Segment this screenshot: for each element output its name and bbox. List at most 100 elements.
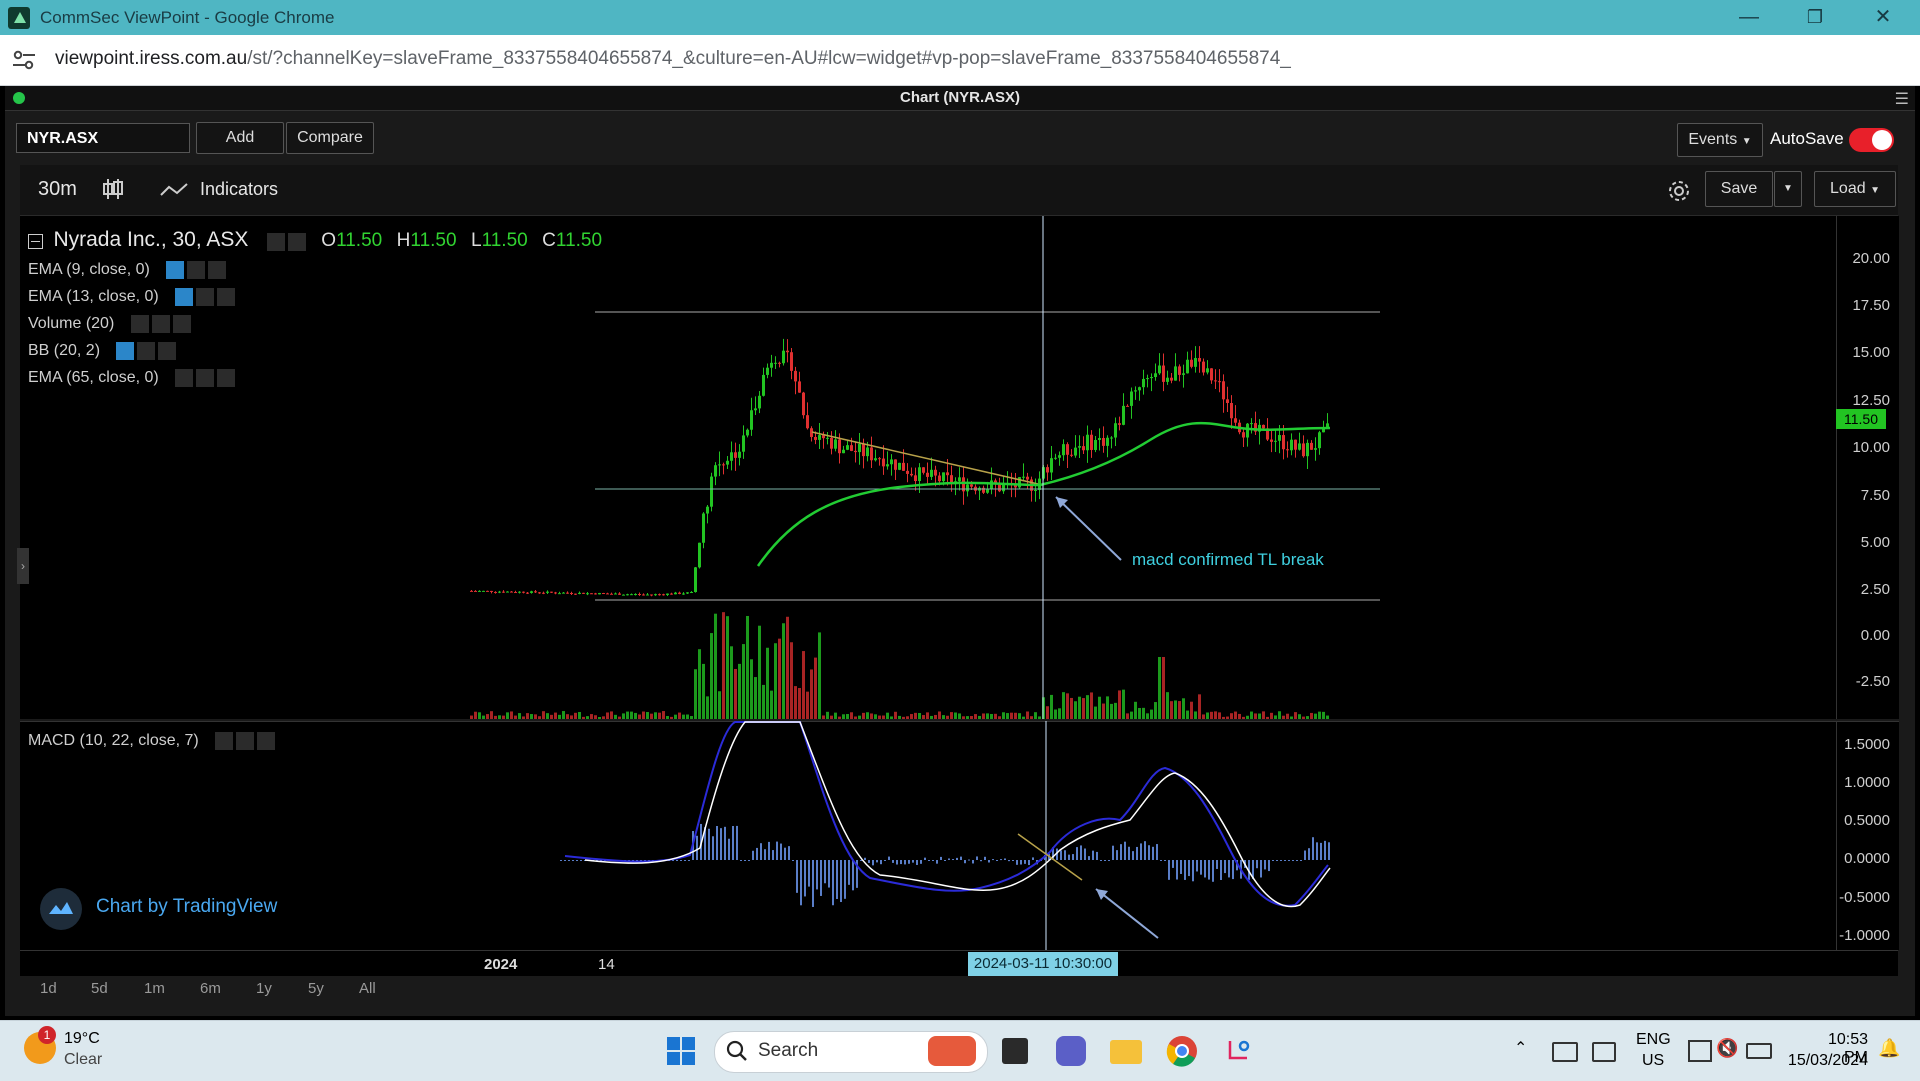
volume-bar — [918, 713, 921, 719]
file-explorer-icon[interactable] — [1110, 1040, 1142, 1064]
macd-histogram-bar — [836, 860, 838, 899]
volume-bar — [622, 713, 625, 719]
volume-muted-icon[interactable]: 🔇 — [1716, 1038, 1738, 1059]
settings-icon[interactable] — [151, 315, 170, 333]
range-1y[interactable]: 1y — [256, 980, 272, 997]
volume-bar — [1002, 712, 1005, 719]
show-hidden-icons-chevron-up-icon[interactable]: ⌃ — [1514, 1038, 1527, 1058]
weather-temp[interactable]: 19°C — [64, 1030, 100, 1048]
settings-icon[interactable] — [187, 261, 206, 279]
settings-icon[interactable] — [287, 232, 306, 251]
study-row-ema9[interactable]: EMA (9, close, 0) — [28, 261, 229, 279]
range-1m[interactable]: 1m — [144, 980, 165, 997]
windows-start-icon[interactable] — [666, 1036, 696, 1066]
settings-icon[interactable] — [196, 288, 215, 306]
macd-tick: -0.5000 — [1839, 889, 1890, 906]
eye-icon[interactable] — [166, 261, 185, 279]
candle-body — [1106, 437, 1109, 446]
keyboard-icon[interactable] — [1552, 1042, 1578, 1062]
chart-canvas — [470, 216, 1380, 950]
volume-bar — [686, 714, 689, 719]
remove-icon[interactable] — [217, 369, 236, 387]
volume-bar — [1142, 707, 1145, 719]
candle-body — [1214, 380, 1217, 382]
volume-bar — [1066, 693, 1069, 719]
volume-bar — [1186, 710, 1189, 719]
study-row-ema13[interactable]: EMA (13, close, 0) — [28, 288, 238, 306]
volume-bar — [1174, 700, 1177, 719]
hide-icon[interactable] — [266, 232, 285, 251]
macd-histogram-bar — [1124, 841, 1126, 860]
remove-icon[interactable] — [208, 261, 227, 279]
notification-bell-icon[interactable]: 🔔 — [1878, 1038, 1900, 1059]
macd-histogram-bar — [900, 860, 902, 865]
chrome-icon[interactable] — [1166, 1035, 1198, 1067]
macd-histogram-bar — [1184, 860, 1186, 880]
volume-bar — [810, 669, 813, 719]
macd-histogram-bar — [1188, 860, 1190, 877]
battery-icon[interactable] — [1746, 1043, 1772, 1059]
study-row-volume[interactable]: Volume (20) — [28, 315, 194, 333]
settings-icon[interactable] — [137, 342, 156, 360]
candle-body — [1306, 442, 1309, 457]
macd-histogram-bar — [1196, 860, 1198, 872]
hide-icon[interactable] — [175, 369, 194, 387]
range-5d[interactable]: 5d — [91, 980, 108, 997]
macd-histogram-bar — [1320, 842, 1322, 860]
candle-body — [686, 592, 689, 594]
macd-histogram-bar — [1328, 842, 1330, 860]
macd-histogram-bar — [1156, 844, 1158, 860]
macd-histogram-bar — [1308, 848, 1310, 860]
settings-icon[interactable] — [236, 732, 255, 750]
task-view-icon[interactable] — [1002, 1038, 1028, 1064]
annotation-text[interactable]: macd confirmed TL break — [1132, 550, 1324, 570]
range-6m[interactable]: 6m — [200, 980, 221, 997]
candle-body — [1022, 476, 1025, 478]
remove-icon[interactable] — [257, 732, 276, 750]
snipping-tool-icon[interactable] — [1226, 1038, 1252, 1066]
macd-histogram-bar — [684, 860, 686, 861]
candle-body — [798, 381, 801, 393]
volume-bar — [986, 713, 989, 719]
candle-body — [634, 594, 637, 596]
price-tick: 17.50 — [1852, 297, 1890, 314]
region-code[interactable]: US — [1642, 1052, 1664, 1070]
candle-body — [926, 472, 929, 477]
volume-bar — [1310, 712, 1313, 719]
macd-histogram-bar — [768, 841, 770, 860]
touchpad-icon[interactable] — [1592, 1042, 1616, 1062]
range-all[interactable]: All — [359, 980, 376, 997]
weather-condition[interactable]: Clear — [64, 1051, 102, 1069]
remove-icon[interactable] — [158, 342, 177, 360]
candle-body — [706, 506, 709, 514]
settings-icon[interactable] — [196, 369, 215, 387]
range-5y[interactable]: 5y — [308, 980, 324, 997]
hide-icon[interactable] — [130, 315, 149, 333]
study-row-bb[interactable]: BB (20, 2) — [28, 342, 179, 360]
remove-icon[interactable] — [172, 315, 191, 333]
language-code[interactable]: ENG — [1636, 1031, 1671, 1049]
candle-body — [894, 459, 897, 470]
clock-date[interactable]: 15/03/2024 — [1784, 1052, 1868, 1070]
teams-chat-icon[interactable] — [1056, 1036, 1086, 1066]
volume-bar — [590, 714, 593, 719]
hide-icon[interactable] — [215, 732, 234, 750]
candle-body — [1074, 447, 1077, 456]
watermark-text[interactable]: Chart by TradingView — [96, 896, 277, 918]
macd-histogram-bar — [892, 860, 894, 863]
volume-bar — [574, 712, 577, 719]
remove-icon[interactable] — [217, 288, 236, 306]
volume-bar — [1190, 701, 1193, 719]
volume-bar — [1250, 711, 1253, 719]
volume-bar — [578, 712, 581, 719]
network-icon[interactable] — [1688, 1040, 1712, 1062]
volume-bar — [982, 713, 985, 719]
macd-histogram-bar — [852, 860, 854, 891]
candle-body — [710, 476, 713, 507]
legend-collapse-icon[interactable] — [28, 234, 43, 250]
range-1d[interactable]: 1d — [40, 980, 57, 997]
macd-legend[interactable]: MACD (10, 22, close, 7) — [28, 732, 278, 750]
eye-icon[interactable] — [175, 288, 194, 306]
eye-icon[interactable] — [116, 342, 135, 360]
study-row-ema65[interactable]: EMA (65, close, 0) — [28, 369, 238, 387]
